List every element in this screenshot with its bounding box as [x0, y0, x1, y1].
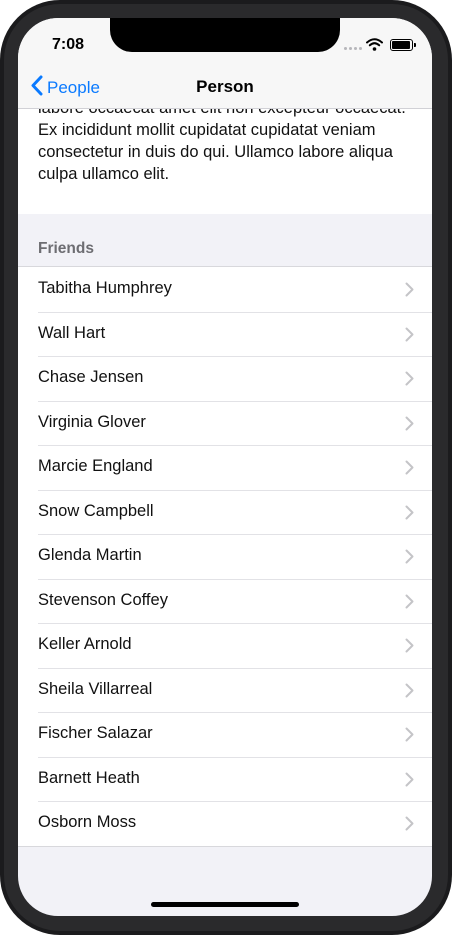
friends-header-label: Friends [38, 240, 94, 257]
friend-name: Osborn Moss [38, 813, 137, 831]
screen: People Person 7:08 labore occaecat amet … [18, 18, 432, 916]
content-scroll-area[interactable]: labore occaecat amet elit non excepteur … [18, 108, 432, 916]
friend-row[interactable]: Snow Campbell [18, 489, 432, 535]
friend-row[interactable]: Tabitha Humphrey [18, 267, 432, 312]
home-indicator[interactable] [151, 902, 299, 907]
chevron-right-icon [405, 282, 414, 302]
cellular-signal-icon [344, 47, 362, 50]
friend-row[interactable]: Keller Arnold [18, 623, 432, 668]
chevron-right-icon [405, 594, 414, 614]
chevron-right-icon [405, 460, 414, 480]
friend-name: Barnett Heath [38, 768, 140, 787]
notch [110, 18, 340, 52]
friend-row[interactable]: Glenda Martin [18, 534, 432, 579]
friend-row[interactable]: Osborn Moss [18, 801, 432, 846]
chevron-right-icon [405, 772, 414, 792]
chevron-right-icon [405, 327, 414, 347]
chevron-right-icon [405, 683, 414, 703]
battery-icon [390, 39, 416, 51]
friend-name: Marcie England [38, 457, 153, 475]
chevron-right-icon [405, 727, 414, 747]
wifi-icon [366, 38, 383, 56]
friend-name: Wall Hart [38, 323, 106, 342]
chevron-right-icon [405, 505, 414, 525]
page-title: Person [196, 77, 254, 96]
friend-row[interactable]: Marcie England [18, 445, 432, 490]
chevron-right-icon [405, 371, 414, 391]
chevron-right-icon [405, 816, 414, 836]
chevron-right-icon [405, 549, 414, 569]
description-cell: labore occaecat amet elit non excepteur … [18, 108, 432, 214]
chevron-right-icon [405, 416, 414, 436]
friend-row[interactable]: Virginia Glover [18, 400, 432, 446]
description-text: labore occaecat amet elit non excepteur … [38, 108, 406, 183]
friend-row[interactable]: Barnett Heath [18, 756, 432, 802]
friend-row[interactable]: Wall Hart [18, 311, 432, 357]
chevron-right-icon [405, 638, 414, 658]
friend-name: Keller Arnold [38, 635, 132, 653]
friend-name: Fischer Salazar [38, 724, 153, 742]
friend-name: Snow Campbell [38, 501, 154, 520]
friends-list: Tabitha Humphrey Wall Hart Chase Jensen … [18, 266, 432, 847]
friends-section-header: Friends [18, 214, 432, 266]
friend-row[interactable]: Sheila Villarreal [18, 667, 432, 713]
friend-row[interactable]: Stevenson Coffey [18, 578, 432, 624]
friend-row[interactable]: Chase Jensen [18, 356, 432, 401]
friend-name: Sheila Villarreal [38, 679, 153, 698]
status-time: 7:08 [52, 36, 85, 53]
friend-name: Chase Jensen [38, 368, 144, 386]
friend-name: Glenda Martin [38, 546, 142, 564]
friend-row[interactable]: Fischer Salazar [18, 712, 432, 757]
friend-name: Tabitha Humphrey [38, 279, 172, 297]
friend-name: Virginia Glover [38, 412, 146, 431]
friend-name: Stevenson Coffey [38, 590, 168, 609]
